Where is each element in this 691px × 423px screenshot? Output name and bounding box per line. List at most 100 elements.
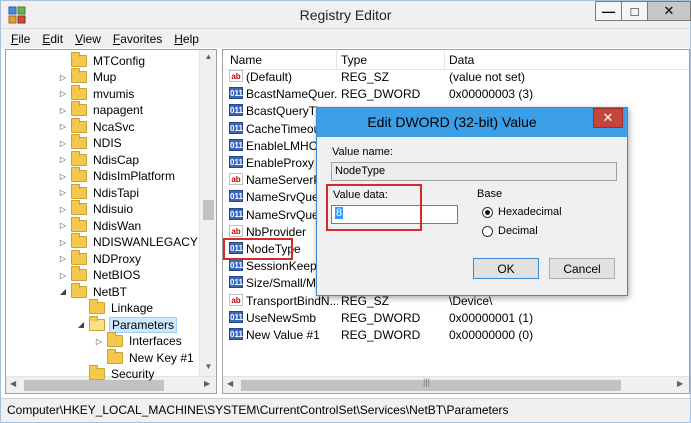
dialog-title: Edit DWORD (32-bit) Value [367, 114, 537, 130]
maximize-button[interactable]: □ [621, 1, 648, 21]
value-data-input[interactable]: 8 [331, 205, 458, 224]
folder-icon [107, 332, 123, 347]
expand-icon[interactable]: ▷ [58, 106, 68, 115]
folder-icon [71, 84, 87, 100]
expand-icon[interactable]: ▷ [58, 155, 68, 164]
tree-item-label: Mup [93, 70, 117, 84]
column-header-name[interactable]: Name [230, 53, 262, 67]
expand-icon[interactable]: ▷ [58, 89, 68, 98]
tree-item[interactable]: ▷ napagent [58, 101, 145, 119]
tree-item-label: NdisTapi [93, 185, 140, 200]
tree-item[interactable]: ▷ mvumis [58, 84, 136, 102]
menu-item-label: avorites [120, 31, 163, 46]
close-button[interactable]: ✕ [647, 1, 691, 21]
binary-value-icon: 011 [229, 242, 243, 254]
radio-unselected-icon[interactable] [482, 225, 493, 237]
value-row[interactable]: 011 New Value #1 REG_DWORD 0x00000000 (0) [223, 326, 689, 343]
radio-selected-icon[interactable] [482, 206, 493, 218]
value-row[interactable]: 011 BcastNameQuer... REG_DWORD 0x00000003 (… [223, 85, 689, 102]
dialog-title-bar[interactable]: Edit DWORD (32-bit) Value ✕ [317, 108, 627, 137]
binary-value-icon: 011 [229, 207, 243, 220]
tree-item[interactable]: ▷ NdisCap [58, 150, 141, 168]
collapse-icon[interactable]: ◢ [76, 320, 86, 329]
ok-button[interactable]: OK [473, 258, 539, 279]
radio-hexadecimal[interactable]: Hexadecimal [482, 206, 562, 218]
tree-item-label: Parameters [109, 316, 178, 333]
minimize-button[interactable]: — [595, 1, 622, 21]
expand-icon[interactable]: ▷ [58, 205, 68, 214]
folder-icon [71, 183, 87, 199]
tree-item[interactable]: MTConfig [58, 51, 147, 69]
menu-item[interactable]: Edit [36, 32, 69, 46]
folder-icon [71, 200, 87, 215]
cancel-button[interactable]: Cancel [549, 258, 615, 279]
tree-item[interactable]: ▷ NDISWANLEGACY [58, 233, 200, 251]
tree-item[interactable]: Linkage [76, 299, 155, 317]
column-separator[interactable] [336, 50, 337, 70]
value-data: (value not set) [449, 70, 526, 84]
radio-decimal[interactable]: Decimal [482, 225, 538, 237]
expand-icon[interactable]: ▷ [58, 221, 68, 230]
menu-item[interactable]: View [69, 32, 107, 46]
folder-icon [107, 348, 123, 364]
menu-item[interactable]: Help [168, 32, 205, 46]
expand-icon[interactable]: ▷ [58, 188, 68, 197]
expand-icon[interactable]: ▷ [58, 271, 68, 280]
tree-item-label: NdisWan [93, 218, 142, 233]
tree-item[interactable]: ▷ Ndisuio [58, 200, 135, 218]
binary-value-icon: 011 [229, 138, 243, 151]
key-tree[interactable]: ▲ ▼ ◀ ▶ MTConfig ▷ Mup ▷ mvumis ▷ napagent ▷ Nca… [5, 49, 217, 394]
value-data: 0x00000003 (3) [449, 87, 534, 102]
tree-item[interactable]: ◢ Parameters [76, 315, 178, 333]
folder-icon [71, 117, 87, 133]
tree-item[interactable]: ▷ NetBIOS [58, 266, 142, 284]
expand-icon[interactable]: ▷ [94, 337, 104, 346]
menu-item[interactable]: File [5, 32, 36, 46]
expand-icon[interactable]: ▷ [58, 122, 68, 131]
tree-item[interactable]: Security [76, 365, 156, 383]
tree-item-label: NdisImPlatform [93, 169, 176, 183]
tree-item[interactable]: ▷ NdisImPlatform [58, 167, 177, 185]
tree-item[interactable]: ▷ Interfaces [94, 332, 184, 350]
tree-item[interactable]: New Key #1 [94, 348, 196, 366]
menu-item[interactable]: Favorites [107, 32, 168, 46]
base-group-label: Base [477, 188, 503, 200]
tree-item[interactable]: ▷ NcaSvc [58, 117, 136, 135]
expand-icon[interactable]: ▷ [58, 254, 68, 263]
column-header-type[interactable]: Type [341, 53, 367, 67]
list-horizontal-scroll-thumb[interactable] [241, 380, 621, 391]
tree-item-label: napagent [93, 103, 144, 117]
scroll-up-icon[interactable]: ▲ [200, 52, 216, 61]
column-separator[interactable] [444, 50, 445, 70]
expand-icon[interactable]: ▷ [58, 172, 68, 181]
tree-item[interactable]: ▷ NdisTapi [58, 183, 141, 201]
expand-icon[interactable]: ▷ [58, 238, 68, 247]
tree-item[interactable]: ▷ NdisWan [58, 216, 143, 234]
folder-icon [71, 167, 87, 182]
tree-item-label: Linkage [111, 301, 154, 315]
list-horizontal-scrollbar[interactable]: ◀ ||| ▶ [223, 376, 689, 393]
scroll-left-icon[interactable]: ◀ [10, 379, 16, 388]
collapse-icon[interactable]: ◢ [58, 287, 68, 296]
tree-item[interactable]: ◢ NetBT [58, 282, 129, 300]
value-row[interactable]: ab (Default) REG_SZ (value not set) [223, 68, 689, 85]
scroll-right-icon[interactable]: ▶ [204, 379, 210, 388]
tree-vertical-scrollbar[interactable]: ▲ ▼ [199, 50, 216, 376]
tree-item[interactable]: ▷ Mup [58, 68, 118, 86]
list-header: Name Type Data [223, 50, 689, 70]
tree-vertical-scroll-thumb[interactable] [203, 200, 214, 220]
title-bar[interactable]: Registry Editor — □ ✕ [1, 1, 691, 29]
expand-icon[interactable]: ▷ [58, 73, 68, 82]
tree-item[interactable]: ▷ NDProxy [58, 249, 143, 267]
scroll-left-icon[interactable]: ◀ [227, 379, 233, 388]
value-name: New Value #1 [246, 328, 320, 342]
tree-item-label: NetBT [93, 284, 128, 299]
tree-item[interactable]: ▷ NDIS [58, 134, 124, 152]
scroll-right-icon[interactable]: ▶ [677, 379, 683, 388]
dialog-close-button[interactable]: ✕ [593, 108, 623, 128]
column-header-data[interactable]: Data [449, 53, 474, 67]
tree-item-label: NetBIOS [93, 268, 141, 282]
scroll-down-icon[interactable]: ▼ [200, 362, 216, 371]
value-row[interactable]: 011 UseNewSmb REG_DWORD 0x00000001 (1) [223, 309, 689, 326]
expand-icon[interactable]: ▷ [58, 139, 68, 148]
